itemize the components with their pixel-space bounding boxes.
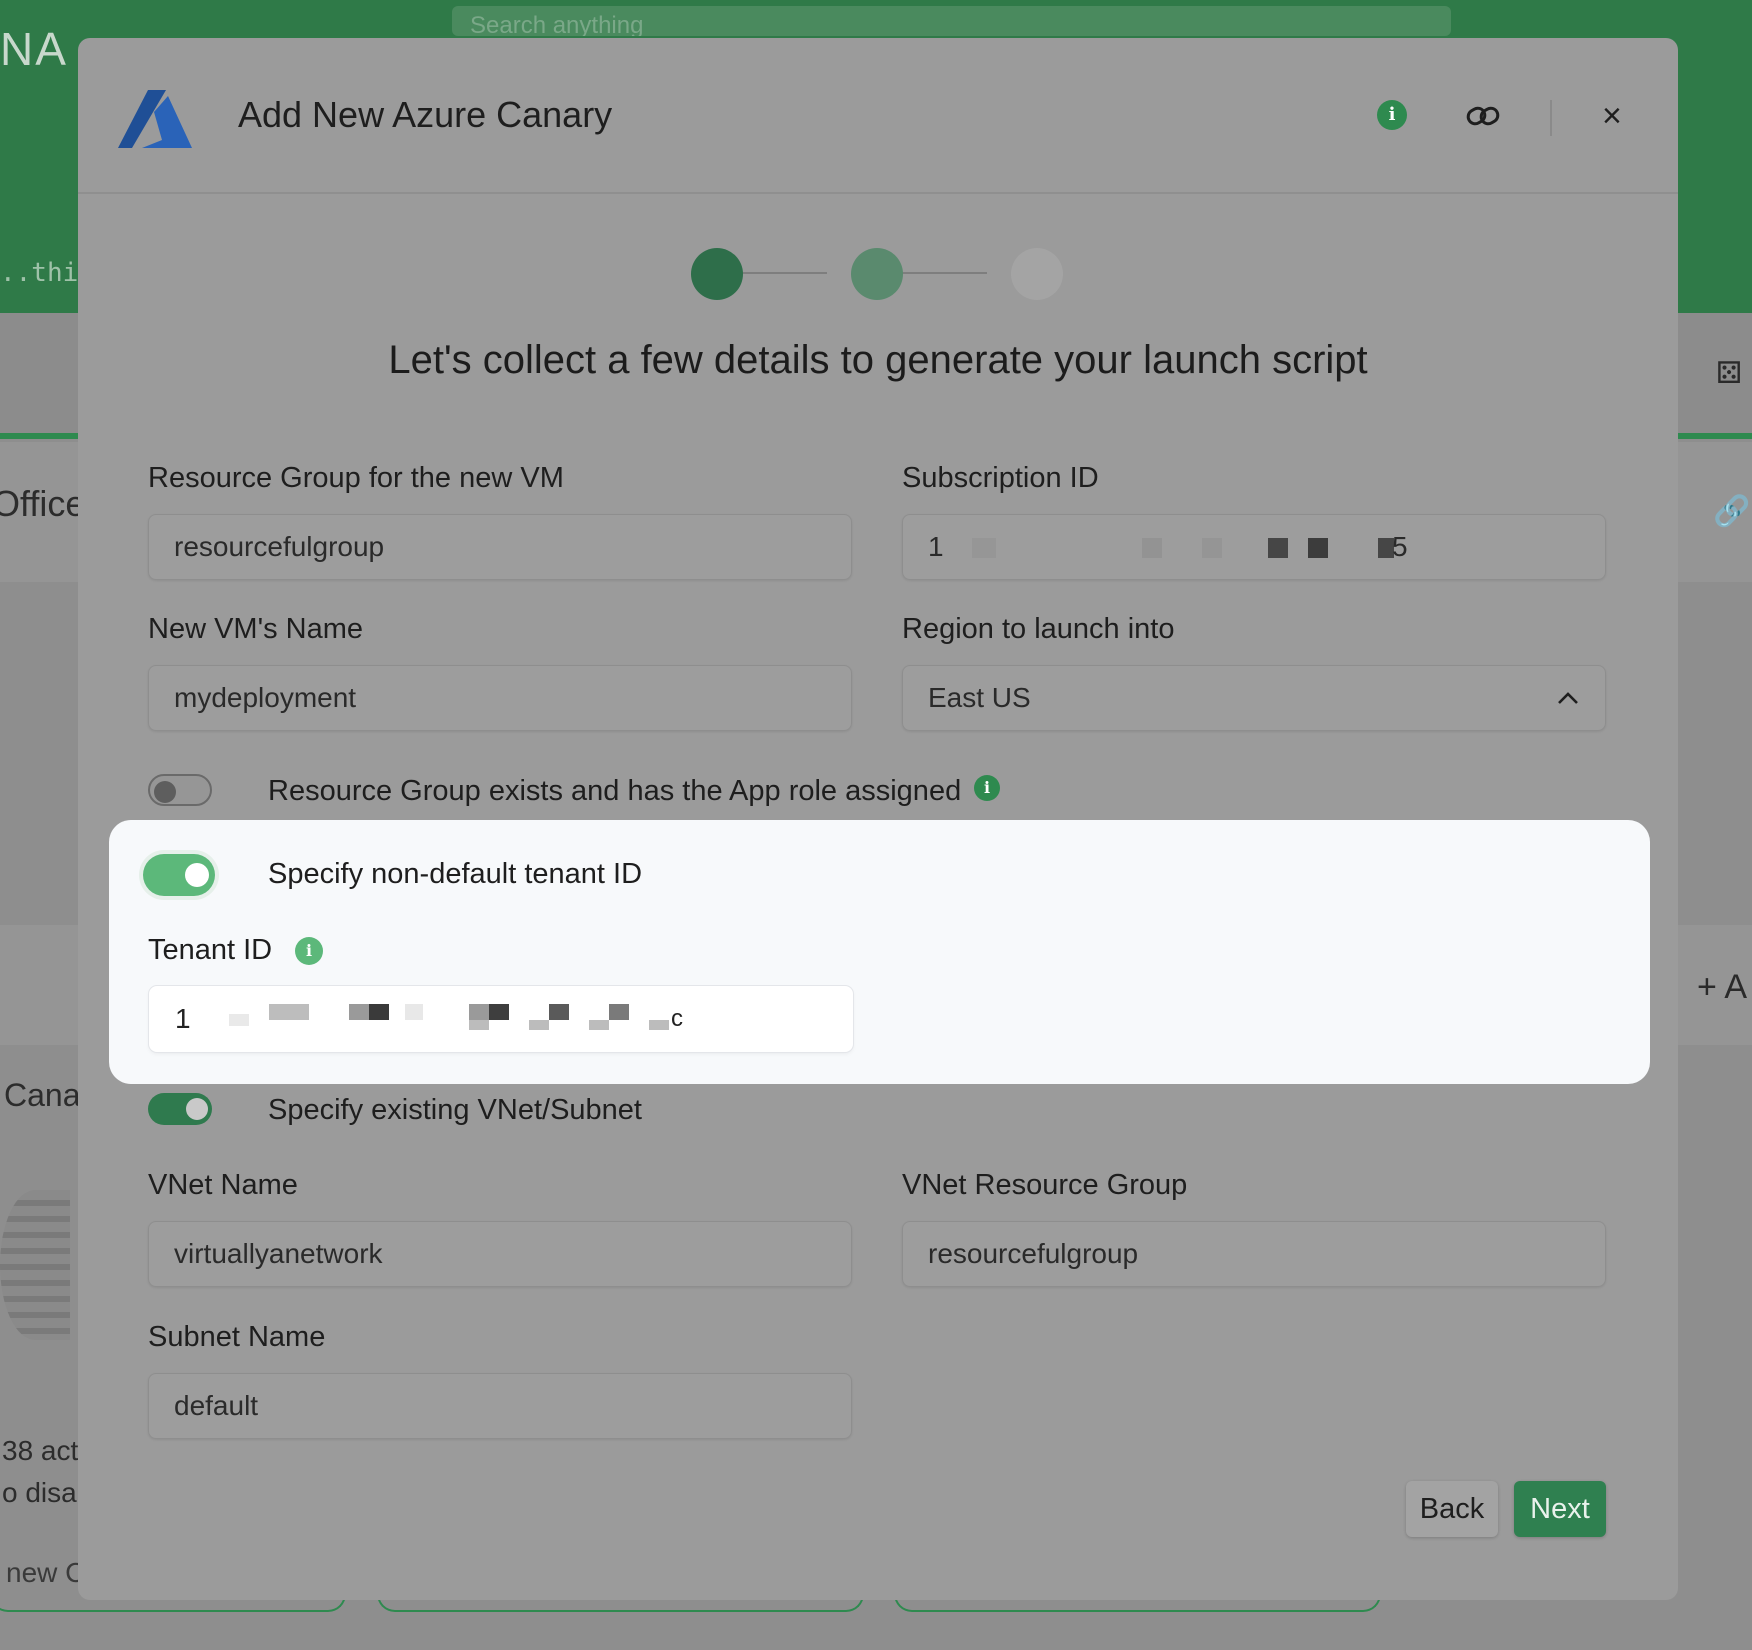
redaction-block	[269, 1004, 309, 1020]
toggle-knob	[186, 1098, 208, 1120]
app-disabled-count: o disal	[2, 1477, 83, 1508]
subscription-id-value-end: 5	[1392, 531, 1408, 562]
region-label: Region to launch into	[902, 613, 1175, 645]
app-add-text[interactable]: + A	[1697, 968, 1747, 1007]
app-search-input[interactable]: Search anything	[452, 6, 1451, 36]
info-icon[interactable]: i	[295, 937, 323, 965]
modal-title: Add New Azure Canary	[238, 94, 613, 135]
tenant-highlight-panel: Specify non-default tenant ID Tenant ID …	[109, 820, 1650, 1084]
app-canary-stats: 38 acti o disal	[2, 1430, 85, 1514]
redaction-block	[972, 538, 996, 558]
redaction-block	[1142, 538, 1162, 558]
step-1-indicator	[691, 248, 743, 300]
link-icon[interactable]: 🔗	[1713, 494, 1750, 529]
app-brand: NA	[0, 23, 68, 75]
rg-exists-label: Resource Group exists and has the App ro…	[268, 775, 962, 807]
subscription-id-label: Subscription ID	[902, 462, 1099, 494]
chevron-up-icon	[1558, 692, 1578, 704]
lead-text: Let's collect a few details to generate …	[388, 338, 1368, 382]
tenant-id-label: Tenant ID	[148, 934, 273, 966]
close-icon[interactable]: ×	[1602, 96, 1622, 136]
resource-group-input[interactable]: resourcefulgroup	[148, 514, 852, 580]
subscription-id-value: 1	[928, 531, 944, 562]
subscription-id-input[interactable]: 1 5	[902, 514, 1606, 580]
vnet-toggle[interactable]	[148, 1093, 212, 1125]
dice-icon[interactable]: ⚄	[1716, 356, 1742, 391]
vnet-toggle-label: Specify existing VNet/Subnet	[268, 1094, 642, 1126]
vm-name-label: New VM's Name	[148, 613, 364, 645]
tenant-toggle[interactable]	[143, 854, 215, 896]
vnet-resource-group-input[interactable]: resourcefulgroup	[902, 1221, 1606, 1287]
modal-header: Add New Azure Canary i ×	[78, 38, 1678, 194]
tenant-id-value-end: c	[671, 1005, 683, 1032]
redaction-block	[369, 1004, 389, 1020]
rg-exists-toggle[interactable]	[148, 774, 212, 806]
redaction-block	[549, 1004, 569, 1020]
vnet-resource-group-label: VNet Resource Group	[902, 1169, 1188, 1201]
redaction-block	[489, 1004, 509, 1020]
redaction-block	[405, 1004, 423, 1020]
tenant-id-value: 1	[175, 1003, 191, 1034]
info-icon[interactable]: i	[1377, 100, 1407, 130]
back-button[interactable]: Back	[1406, 1481, 1498, 1537]
link-icon[interactable]	[1465, 98, 1501, 134]
vnet-name-label: VNet Name	[148, 1169, 298, 1201]
redaction-block	[1268, 538, 1288, 558]
region-select[interactable]: East US	[902, 665, 1606, 731]
step-3-indicator	[1011, 248, 1063, 300]
tenant-id-input[interactable]: 1 c	[149, 986, 853, 1052]
azure-logo-icon	[118, 90, 192, 148]
redaction-block	[649, 1020, 669, 1030]
subnet-name-label: Subnet Name	[148, 1321, 326, 1353]
redaction-block	[1202, 538, 1222, 558]
toggle-knob	[185, 863, 209, 887]
region-value: East US	[928, 682, 1031, 713]
redaction-block	[1308, 538, 1328, 558]
app-active-count: 38 acti	[2, 1435, 85, 1466]
toggle-knob	[154, 781, 176, 803]
resource-group-label: Resource Group for the new VM	[148, 462, 564, 494]
vnet-name-input[interactable]: virtuallyanetwork	[148, 1221, 852, 1287]
info-icon[interactable]: i	[974, 775, 1000, 801]
app-office-text: Office	[0, 483, 86, 524]
add-canary-modal: Add New Azure Canary i × Let's collect a…	[78, 38, 1678, 1600]
redaction-block	[349, 1004, 369, 1020]
subnet-name-input[interactable]: default	[148, 1373, 852, 1439]
step-2-indicator	[851, 248, 903, 300]
vm-name-input[interactable]: mydeployment	[148, 665, 852, 731]
redaction-block	[229, 1014, 249, 1026]
redaction-block	[469, 1020, 489, 1030]
coin-stack-icon	[0, 1190, 70, 1340]
redaction-block	[609, 1004, 629, 1020]
app-canary-heading: Cana	[4, 1077, 81, 1113]
header-divider	[1550, 100, 1552, 136]
redaction-block	[469, 1004, 489, 1020]
redaction-block	[529, 1020, 549, 1030]
next-button[interactable]: Next	[1514, 1481, 1606, 1537]
redaction-block	[589, 1020, 609, 1030]
tenant-toggle-label: Specify non-default tenant ID	[268, 858, 643, 890]
